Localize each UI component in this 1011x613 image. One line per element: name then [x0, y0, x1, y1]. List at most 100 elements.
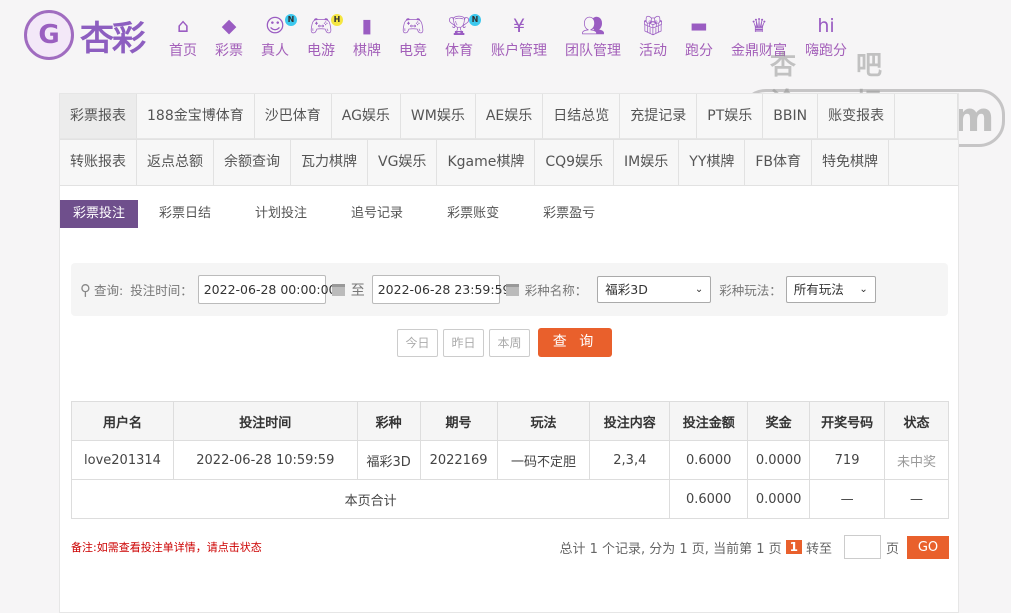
tab[interactable]: BBIN: [763, 94, 819, 139]
tab[interactable]: AE娱乐: [475, 94, 544, 139]
tab[interactable]: CQ9娱乐: [535, 140, 615, 185]
lottery-select[interactable]: 福彩3D ⌄: [597, 276, 712, 303]
tab[interactable]: VG娱乐: [368, 140, 438, 185]
chevron-down-icon: ⌄: [694, 284, 704, 295]
tab[interactable]: 余额查询: [214, 140, 291, 185]
tab[interactable]: 转账报表: [60, 140, 137, 185]
this-week-button[interactable]: 本周: [489, 328, 530, 357]
subtab[interactable]: 计划投注: [242, 200, 320, 228]
play-value: 所有玩法: [793, 282, 844, 297]
column-header: 投注金额: [669, 401, 749, 441]
total-status: —: [884, 479, 949, 519]
gamepad-icon: 🎮︎: [400, 15, 426, 37]
subtab[interactable]: 彩票投注: [60, 200, 139, 228]
go-button[interactable]: GO: [907, 535, 949, 559]
today-button[interactable]: 今日: [397, 328, 438, 357]
nav-item[interactable]: 👥︎ 团队管理: [565, 14, 621, 60]
tab[interactable]: WM娱乐: [400, 94, 476, 139]
tab[interactable]: FB体育: [745, 140, 813, 185]
tab[interactable]: IM娱乐: [614, 140, 680, 185]
tab[interactable]: 188金宝博体育: [137, 94, 255, 139]
column-header: 开奖号码: [809, 401, 886, 441]
table-cell: 719: [809, 440, 886, 480]
logo[interactable]: G 杏彩: [24, 10, 146, 60]
home-icon: ⌂: [176, 15, 190, 37]
start-time-input[interactable]: 2022-06-28 00:00:00: [197, 275, 337, 304]
total-row: 本页合计 0.6000 0.0000— —: [70, 479, 949, 519]
filter-bar: ⚲ 查询: 投注时间： 2022-06-28 00:00:00 至 2022-0…: [71, 263, 948, 316]
time-label: 投注时间：: [130, 283, 193, 298]
quick-buttons: 今日 昨日 本周 查 询: [397, 328, 612, 357]
subtab[interactable]: 彩票日结: [146, 200, 224, 228]
table-cell: 一码不定胆: [496, 440, 591, 480]
end-time-input[interactable]: 2022-06-28 23:59:59: [371, 275, 511, 304]
tab[interactable]: 特免棋牌: [812, 140, 890, 185]
cards-icon: ▮: [361, 15, 373, 37]
nav-item[interactable]: ¥ 账户管理: [491, 14, 547, 60]
nav-item[interactable]: ◆ 彩票: [215, 14, 243, 60]
play-select[interactable]: 所有玩法 ⌄: [785, 276, 876, 303]
nav-item[interactable]: ⌂ 首页: [169, 14, 197, 60]
sub-tabs: 彩票投注 彩票日结 计划投注 追号记录 彩票账变 彩票盈亏: [60, 200, 958, 228]
current-page[interactable]: 1: [785, 540, 802, 554]
subtab[interactable]: 彩票账变: [434, 200, 512, 228]
nav-label: 棋牌: [353, 43, 381, 59]
table-header: 用户名 投注时间 彩种 期号 玩法 投注内容 投注金额 奖金 开奖号码 状态: [71, 401, 949, 441]
column-header: 玩法: [496, 401, 591, 441]
tab[interactable]: 瓦力棋牌: [291, 140, 368, 185]
treasure-icon: ♛: [750, 15, 768, 37]
table-cell: 0.0000: [747, 440, 811, 480]
nav-item[interactable]: hi 嗨跑分: [805, 14, 847, 60]
column-header: 奖金: [747, 401, 811, 441]
nav-label: 真人: [261, 43, 289, 59]
nav-label: 彩票: [215, 43, 243, 59]
nav-item[interactable]: ☺ N 真人: [261, 14, 297, 60]
subtab[interactable]: 追号记录: [338, 200, 416, 228]
calendar-icon[interactable]: [331, 283, 345, 296]
tab[interactable]: [895, 94, 958, 139]
tab[interactable]: 账变报表: [818, 94, 896, 139]
nav-item[interactable]: 🎮︎ 电竞: [399, 14, 427, 60]
nav-item[interactable]: 🎮︎ H 电游: [307, 14, 343, 60]
tab[interactable]: 彩票报表: [60, 94, 137, 139]
table-cell: 2022169: [419, 440, 498, 480]
tab[interactable]: YY棋牌: [679, 140, 746, 185]
tab[interactable]: 充提记录: [620, 94, 698, 139]
nav-item[interactable]: ♛ 金鼎财富: [731, 14, 787, 60]
total-draw: —: [809, 479, 886, 519]
gamepad-icon: 🎮︎: [308, 15, 334, 37]
report-tabs-row1: 彩票报表 188金宝博体育 沙巴体育 AG娱乐 WM娱乐 AE娱乐 日结总览 充提记录 PT娱乐…: [60, 94, 958, 140]
nav-label: 电游: [307, 43, 335, 59]
ticket-icon: ◆: [221, 15, 237, 37]
table-cell: 0.6000: [669, 440, 749, 480]
to-label: 至: [350, 282, 365, 299]
tab[interactable]: 沙巴体育: [254, 94, 332, 139]
tab[interactable]: AG娱乐: [331, 94, 401, 139]
subtab[interactable]: 彩票盈亏: [530, 200, 608, 228]
nav-label: 嗨跑分: [805, 43, 847, 59]
hi-icon: hi: [817, 15, 835, 37]
calendar-icon[interactable]: [505, 283, 519, 296]
header: G 杏彩 ⌂ 首页 ◆ 彩票 ☺ N 真人 🎮︎ H 电游 ▮ 棋牌 🎮︎ 电竞 🏆︎ N 体育 ¥ 账户管理 👥︎ 团队…: [0, 0, 1011, 80]
nav-item[interactable]: ▬ 跑分: [685, 14, 713, 60]
total-bonus: 0.0000: [747, 479, 811, 519]
table-cell: 2022-06-28 10:59:59: [172, 440, 358, 480]
nav-label: 电竞: [399, 43, 427, 59]
table-cell[interactable]: 未中奖: [884, 440, 949, 480]
tab[interactable]: Kgame棋牌: [437, 140, 536, 185]
column-header: 用户名: [71, 401, 174, 441]
page-summary: 总计 1 个记录, 分为 1 页, 当前第 1 页: [559, 541, 782, 557]
total-amount: 0.6000: [669, 479, 749, 519]
nav-item[interactable]: 🎁︎ 活动: [639, 14, 667, 60]
page-input[interactable]: [843, 535, 881, 559]
badge: N: [469, 14, 481, 26]
nav-item[interactable]: ▮ 棋牌: [353, 14, 381, 60]
nav-item[interactable]: 🏆︎ N 体育: [445, 14, 481, 60]
tab[interactable]: 返点总额: [137, 140, 214, 185]
yesterday-button[interactable]: 昨日: [443, 328, 484, 357]
tab[interactable]: 日结总览: [543, 94, 621, 139]
tab[interactable]: PT娱乐: [697, 94, 764, 139]
total-label: 本页合计: [70, 479, 671, 519]
goto-label: 转至: [805, 541, 832, 557]
search-button[interactable]: 查 询: [538, 328, 612, 357]
